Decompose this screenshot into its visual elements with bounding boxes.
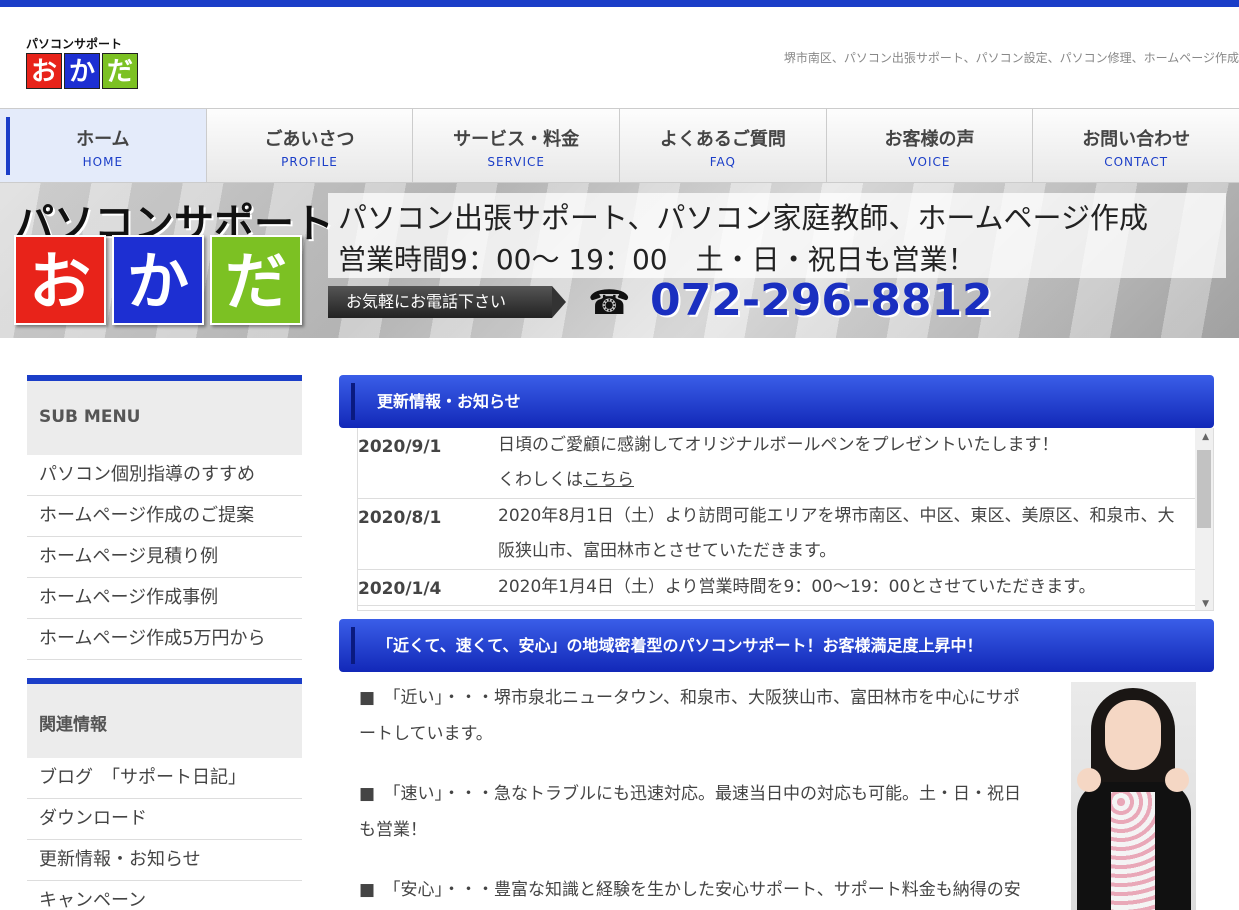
banner-logo-char-da: だ (210, 235, 302, 325)
site-header: パソコンサポート お か だ 堺市南区、パソコン出張サポート、パソコン設定、パソ… (0, 7, 1239, 108)
intro-paragraph: ■ 「速い」・・・急なトラブルにも迅速対応。最速当日中の対応も可能。土・日・祝日… (359, 776, 1059, 848)
banner-services: パソコン出張サポート、パソコン家庭教師、ホームページ作成 (338, 201, 1148, 235)
news-item: 2020/9/1 日頃のご愛顧に感謝してオリジナルボールペンをプレゼントいたしま… (358, 428, 1213, 499)
sidebar-item-download[interactable]: ダウンロード (27, 799, 302, 840)
sidebar-item-campaign[interactable]: キャンペーン (27, 881, 302, 910)
news-text: 日頃のご愛顧に感謝してオリジナルボールペンをプレゼントいたします！ (498, 435, 1059, 455)
scroll-up-arrow-icon[interactable]: ▲ (1202, 432, 1209, 442)
news-heading: 更新情報・お知らせ (339, 375, 1214, 428)
banner-logo-char-ka: か (112, 235, 204, 325)
nav-home[interactable]: ホーム HOME (0, 109, 207, 182)
nav-label-en: PROFILE (281, 155, 338, 169)
header-tagline: 堺市南区、パソコン出張サポート、パソコン設定、パソコン修理、ホームページ作成 (783, 51, 1239, 65)
intro-paragraph: ■ 「安心」・・・豊富な知識と経験を生かした安心サポート、サポート料金も納得の安 (359, 872, 1059, 908)
intro-text: も営業！ (359, 820, 427, 840)
logo-subtitle: パソコンサポート (26, 37, 123, 51)
global-nav: ホーム HOME ごあいさつ PROFILE サービス・料金 SERVICE よ… (0, 108, 1239, 183)
sub-menu-heading: SUB MENU (27, 375, 302, 455)
intro-text: ■ 「速い」・・・急なトラブルにも迅速対応。最速当日中の対応も可能。土・日・祝日 (359, 784, 1022, 804)
intro-text: ■ 「近い」・・・堺市泉北ニュータウン、和泉市、大阪狭山市、富田林市を中心にサポ (359, 688, 1021, 708)
site-logo[interactable]: パソコンサポート お か だ (26, 37, 142, 93)
nav-label-jp: サービス・料金 (453, 129, 580, 150)
sidebar-item-homepage-proposal[interactable]: ホームページ作成のご提案 (27, 496, 302, 537)
logo-char-da: だ (102, 53, 138, 89)
news-scrollbar[interactable]: ▲ ▼ (1195, 428, 1213, 610)
banner-logo: お か だ (14, 235, 302, 325)
banner-phone-number[interactable]: 072-296-8812 (650, 275, 993, 326)
banner-call-label: お気軽にお電話下さい (328, 286, 566, 318)
nav-label-en: HOME (82, 155, 124, 169)
related-heading: 関連情報 (27, 678, 302, 758)
intro-paragraph: ■ 「近い」・・・堺市泉北ニュータウン、和泉市、大阪狭山市、富田林市を中心にサポ… (359, 680, 1059, 752)
phone-icon: ☎ (588, 283, 631, 323)
nav-label-jp: ホーム (76, 129, 130, 150)
nav-label-en: SERVICE (487, 155, 545, 169)
top-accent-bar (0, 0, 1239, 7)
news-item: 2020/8/1 2020年8月1日（土）より訪問可能エリアを堺市南区、中区、東… (358, 499, 1213, 570)
nav-label-jp: よくあるご質問 (659, 129, 786, 150)
sidebar-item-homepage-price[interactable]: ホームページ作成5万円から (27, 619, 302, 660)
news-text: 阪狭山市、富田林市とさせていただきます。 (498, 541, 837, 561)
nav-profile[interactable]: ごあいさつ PROFILE (206, 109, 414, 182)
nav-faq[interactable]: よくあるご質問 FAQ (620, 109, 827, 182)
news-date: 2020/1/4 (358, 579, 442, 599)
news-text: 2020年8月1日（土）より訪問可能エリアを堺市南区、中区、東区、美原区、和泉市… (498, 506, 1175, 526)
nav-label-en: FAQ (709, 155, 736, 169)
news-text: くわしくは (498, 470, 583, 490)
sidebar-item-blog[interactable]: ブログ 「サポート日記」 (27, 758, 302, 799)
main-content: 更新情報・お知らせ 2020/9/1 日頃のご愛顧に感謝してオリジナルボールペン… (339, 375, 1214, 910)
sidebar-item-private-lesson[interactable]: パソコン個別指導のすすめ (27, 455, 302, 496)
intro-text: ートしています。 (359, 724, 493, 744)
logo-char-o: お (26, 53, 62, 89)
sidebar-item-homepage-examples[interactable]: ホームページ作成事例 (27, 578, 302, 619)
intro-text: ■ 「安心」・・・豊富な知識と経験を生かした安心サポート、サポート料金も納得の安 (359, 880, 1021, 900)
nav-contact[interactable]: お問い合わせ CONTACT (1033, 109, 1239, 182)
intro-content: ■ 「近い」・・・堺市泉北ニュータウン、和泉市、大阪狭山市、富田林市を中心にサポ… (339, 672, 1214, 910)
intro-heading: 「近くて、速くて、安心」の地域密着型のパソコンサポート！お客様満足度上昇中！ (339, 619, 1214, 672)
nav-voice[interactable]: お客様の声 VOICE (826, 109, 1034, 182)
news-date: 2020/8/1 (358, 508, 442, 528)
news-list: 2020/9/1 日頃のご愛顧に感謝してオリジナルボールペンをプレゼントいたしま… (357, 428, 1214, 611)
scroll-down-arrow-icon[interactable]: ▼ (1202, 599, 1209, 609)
nav-label-jp: お客様の声 (884, 129, 975, 150)
news-item: 2020/1/4 2020年1月4日（土）より営業時間を9：00～19：00とさ… (358, 570, 1213, 606)
sidebar-item-news[interactable]: 更新情報・お知らせ (27, 840, 302, 881)
nav-label-jp: ごあいさつ (264, 129, 355, 150)
sidebar: SUB MENU パソコン個別指導のすすめ ホームページ作成のご提案 ホームペー… (27, 375, 302, 910)
staff-photo (1071, 682, 1196, 910)
news-date: 2020/9/1 (358, 437, 442, 457)
scroll-thumb[interactable] (1197, 450, 1211, 528)
news-text: 2020年1月4日（土）より営業時間を9：00～19：00とさせていただきます。 (498, 577, 1096, 597)
banner-logo-char-o: お (14, 235, 106, 325)
news-detail-link[interactable]: こちら (583, 470, 634, 490)
nav-label-en: VOICE (908, 155, 951, 169)
sidebar-item-homepage-estimate[interactable]: ホームページ見積り例 (27, 537, 302, 578)
hero-banner: パソコンサポート お か だ パソコン出張サポート、パソコン家庭教師、ホームペー… (0, 183, 1239, 338)
logo-char-ka: か (64, 53, 100, 89)
nav-service[interactable]: サービス・料金 SERVICE (413, 109, 621, 182)
nav-label-en: CONTACT (1104, 155, 1169, 169)
banner-hours: 営業時間9：00～ 19：00 土・日・祝日も営業！ (338, 243, 976, 276)
nav-label-jp: お問い合わせ (1082, 129, 1191, 150)
